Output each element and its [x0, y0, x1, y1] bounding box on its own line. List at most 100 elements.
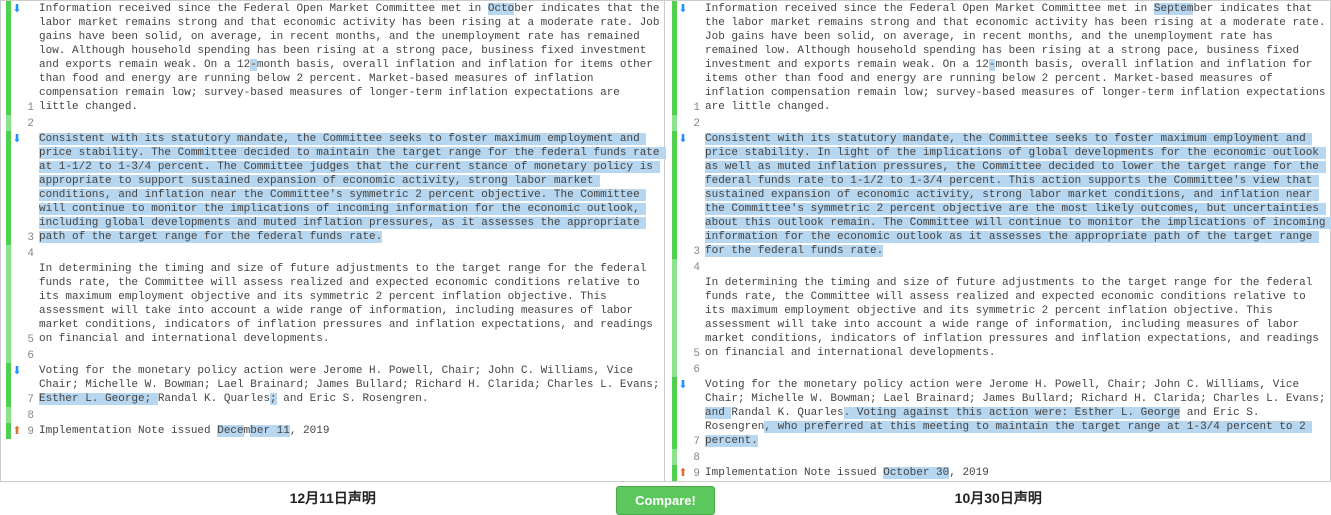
diff-row: 5In determining the timing and size of f…: [6, 261, 664, 347]
diff-highlight: Dece: [217, 425, 243, 437]
diff-highlight: ;: [270, 393, 277, 405]
line-text[interactable]: [37, 245, 664, 261]
line-text[interactable]: [703, 115, 1330, 131]
arrow-down-icon: ⬇: [11, 363, 23, 407]
line-text[interactable]: [703, 449, 1330, 465]
line-number: 4: [689, 259, 701, 275]
line-text[interactable]: [37, 115, 664, 131]
left-pane: ⬇1Information received since the Federal…: [1, 1, 665, 481]
line-number: 1: [689, 1, 701, 115]
diff-row: ⬇1 Information received since the Federal…: [6, 1, 664, 115]
arrow-placeholder: [677, 115, 689, 131]
diff-row: 2: [672, 115, 1330, 131]
line-text[interactable]: Voting for the monetary policy action we…: [37, 363, 664, 407]
right-text-area[interactable]: ⬇1Information received since the Federal…: [672, 1, 1330, 481]
line-text[interactable]: [703, 259, 1330, 275]
diff-row: 2: [6, 115, 664, 131]
arrow-down-icon: ⬇: [677, 377, 689, 449]
diff-text: [705, 363, 712, 375]
arrow-placeholder: [11, 115, 23, 131]
line-text[interactable]: Consistent with its statutory mandate, t…: [37, 131, 664, 245]
diff-text: and Eric S. Rosengren.: [277, 393, 429, 405]
line-number: 5: [689, 275, 701, 361]
diff-text: Information received since the Federal O…: [705, 3, 1154, 15]
arrow-up-icon: ⬆: [11, 423, 23, 439]
diff-text: Implementation Note issued: [39, 425, 217, 437]
line-text[interactable]: [37, 347, 664, 363]
diff-text: [705, 117, 712, 129]
arrow-up-icon: ⬆: [677, 465, 689, 481]
line-number: 2: [23, 115, 35, 131]
line-number: 7: [689, 377, 701, 449]
line-number: 1: [23, 1, 35, 115]
line-number: 3: [23, 131, 35, 245]
line-number: 6: [23, 347, 35, 363]
line-text[interactable]: Implementation Note issued December 11, …: [37, 423, 664, 439]
diff-highlight: Consistent with its statutory mandate, t…: [39, 133, 666, 243]
line-text[interactable]: Consistent with its statutory mandate, t…: [703, 131, 1330, 259]
arrow-down-icon: ⬇: [11, 131, 23, 245]
left-pane-label: 12月11日声明: [0, 488, 666, 508]
diff-panes: ⬇1Information received since the Federal…: [0, 0, 1331, 482]
diff-highlight: Octo: [883, 467, 909, 479]
diff-text: , 2019: [949, 467, 989, 479]
diff-row: 4: [6, 245, 664, 261]
diff-row: ⬆9Implementation Note issued October 30,…: [672, 465, 1330, 481]
arrow-placeholder: [11, 407, 23, 423]
line-text[interactable]: Implementation Note issued October 30, 2…: [703, 465, 1330, 481]
diff-highlight: ber 30: [910, 467, 950, 479]
line-number: 8: [689, 449, 701, 465]
diff-highlight: , who preferred at this meeting to maint…: [705, 421, 1312, 447]
line-number: 9: [23, 423, 35, 439]
diff-highlight: Consistent with its statutory mandate, t…: [705, 133, 1331, 257]
diff-text: In determining the timing and size of fu…: [705, 277, 1326, 359]
line-number: 9: [689, 465, 701, 481]
diff-row: 5In determining the timing and size of f…: [672, 275, 1330, 361]
diff-row: 4: [672, 259, 1330, 275]
arrow-placeholder: [11, 347, 23, 363]
right-pane: ⬇1Information received since the Federal…: [667, 1, 1330, 481]
line-number: 3: [689, 131, 701, 259]
diff-row: ⬇7Voting for the monetary policy action …: [6, 363, 664, 407]
left-text-area[interactable]: ⬇1Information received since the Federal…: [6, 1, 664, 481]
diff-row: ⬆9Implementation Note issued December 11…: [6, 423, 664, 439]
line-number: 7: [23, 363, 35, 407]
diff-text: Randal K. Quarles: [158, 393, 270, 405]
arrow-placeholder: [677, 449, 689, 465]
diff-row: 8: [6, 407, 664, 423]
diff-text: [705, 451, 712, 463]
arrow-placeholder: [677, 275, 689, 361]
diff-text: [39, 349, 46, 361]
arrow-placeholder: [11, 245, 23, 261]
line-text[interactable]: Voting for the monetary policy action we…: [703, 377, 1330, 449]
diff-text: [39, 247, 46, 259]
diff-text: Information received since the Federal O…: [39, 3, 488, 15]
line-text[interactable]: Information received since the Federal O…: [37, 1, 664, 115]
line-text[interactable]: [703, 361, 1330, 377]
diff-highlight: . Voting against this action were: Esthe…: [844, 407, 1181, 419]
line-text[interactable]: [37, 407, 664, 423]
arrow-down-icon: ⬇: [677, 131, 689, 259]
diff-row: 8: [672, 449, 1330, 465]
line-text[interactable]: Information received since the Federal O…: [703, 1, 1330, 115]
line-number: 8: [23, 407, 35, 423]
line-number: 6: [689, 361, 701, 377]
line-number: 2: [689, 115, 701, 131]
diff-viewer: ⬇1Information received since the Federal…: [0, 0, 1331, 515]
diff-highlight: ber 11: [250, 425, 290, 437]
line-text[interactable]: In determining the timing and size of fu…: [703, 275, 1330, 361]
arrow-down-icon: ⬇: [11, 1, 23, 115]
diff-text: In determining the timing and size of fu…: [39, 263, 660, 345]
diff-row: ⬇3Consistent with its statutory mandate,…: [6, 131, 664, 245]
diff-text: Implementation Note issued: [705, 467, 883, 479]
diff-row: ⬇7Voting for the monetary policy action …: [672, 377, 1330, 449]
diff-text: Voting for the monetary policy action we…: [705, 379, 1331, 405]
line-number: 4: [23, 245, 35, 261]
arrow-placeholder: [677, 259, 689, 275]
diff-text: Voting for the monetary policy action we…: [39, 365, 666, 391]
right-pane-label: 10月30日声明: [666, 488, 1331, 508]
diff-row: ⬇3Consistent with its statutory mandate,…: [672, 131, 1330, 259]
diff-row: 6: [6, 347, 664, 363]
line-text[interactable]: In determining the timing and size of fu…: [37, 261, 664, 347]
diff-text: [39, 409, 46, 421]
